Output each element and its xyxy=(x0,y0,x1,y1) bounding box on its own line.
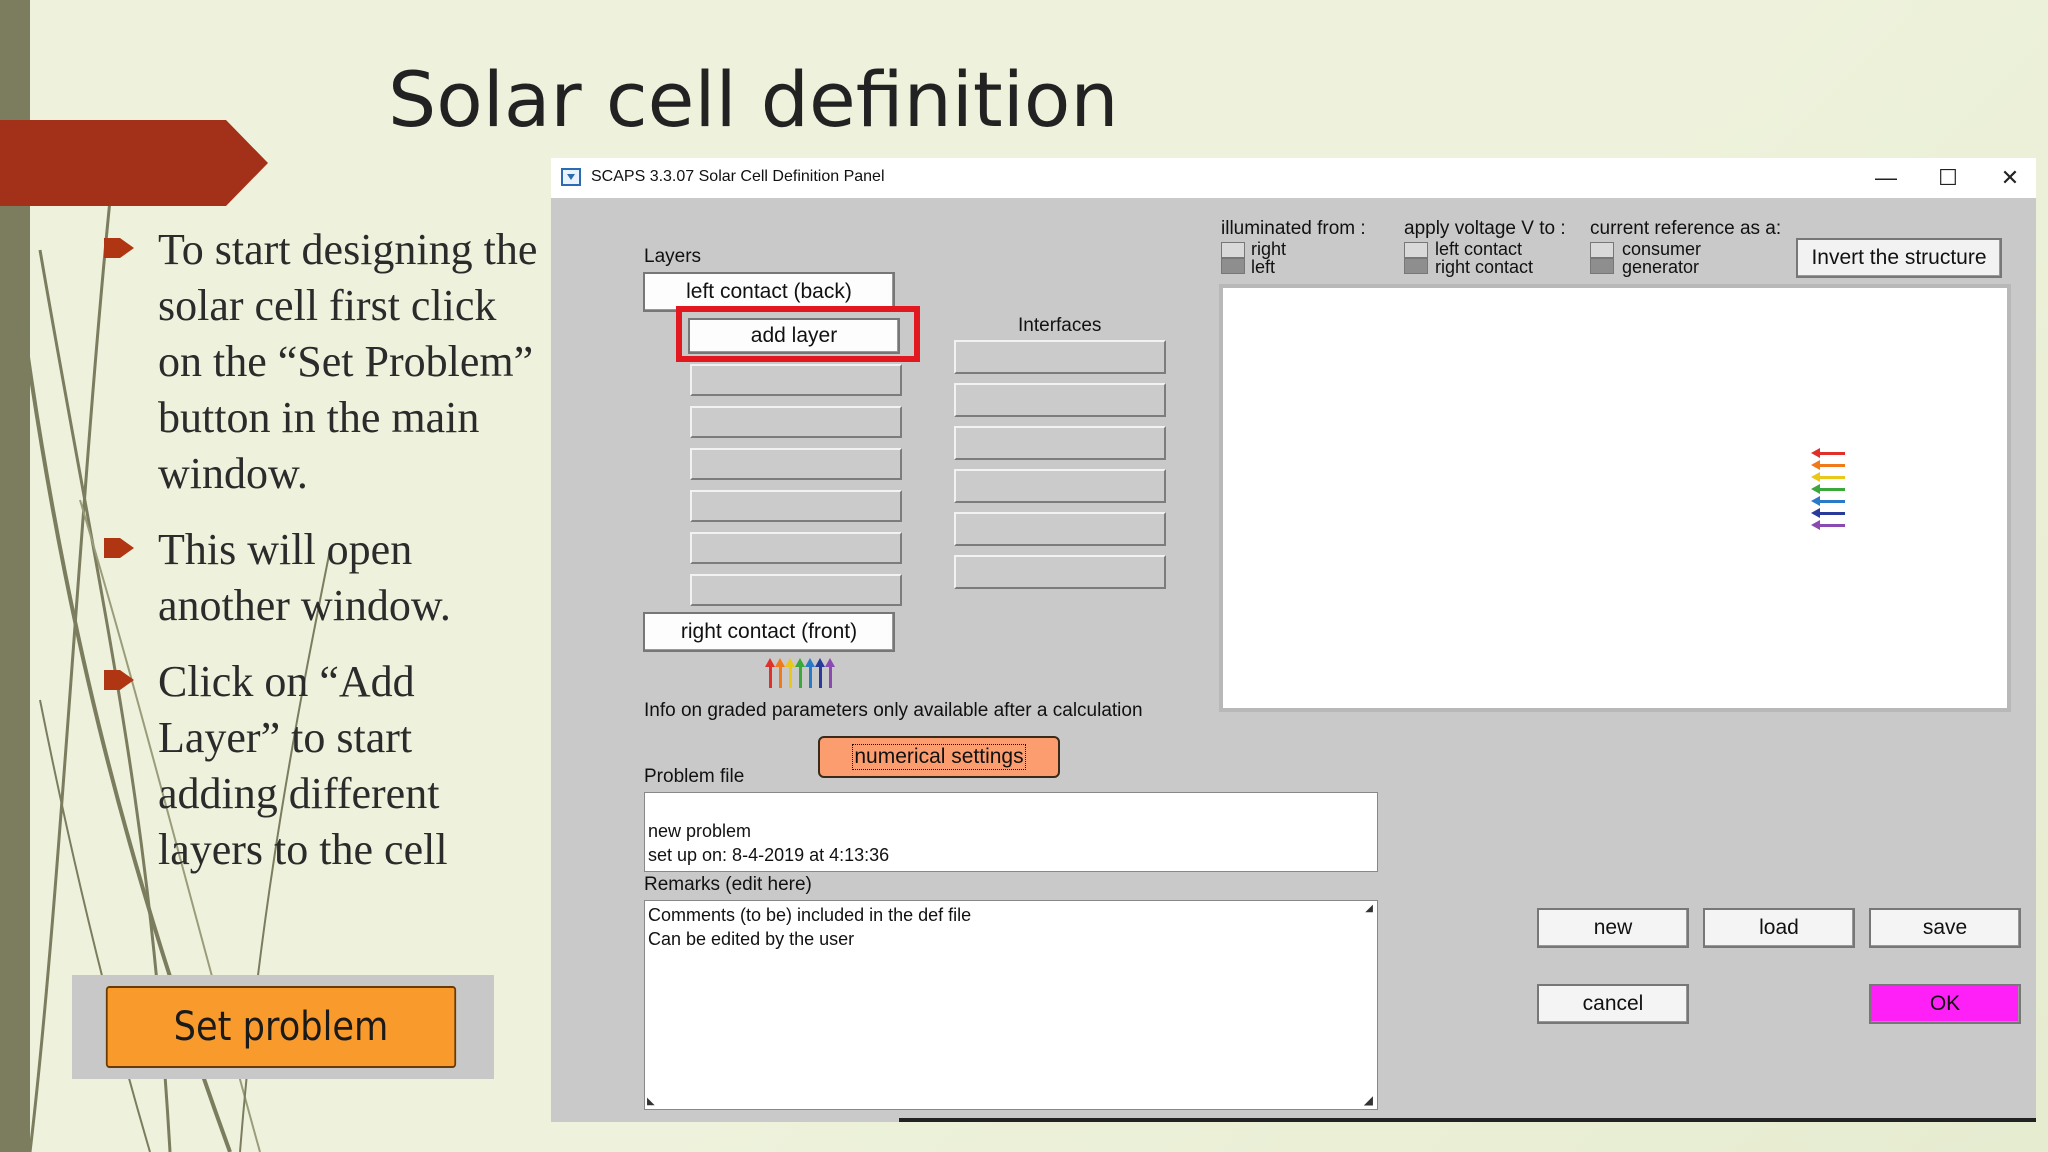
add-layer-button[interactable]: add layer xyxy=(688,318,900,354)
problem-file-box[interactable]: new problem set up on: 8-4-2019 at 4:13:… xyxy=(644,792,1378,872)
interface-slot[interactable] xyxy=(954,383,1166,417)
illuminated-right-label: right xyxy=(1251,239,1287,259)
interface-slot[interactable] xyxy=(954,426,1166,460)
interface-slot[interactable] xyxy=(954,469,1166,503)
layers-label: Layers xyxy=(644,246,702,267)
spectrum-arrow xyxy=(1811,496,1845,506)
problem-file-line: new problem xyxy=(648,821,752,841)
layer-slot[interactable] xyxy=(690,574,902,606)
bullet-text: This will open another window. xyxy=(158,525,451,630)
spectrum-arrow xyxy=(815,658,825,688)
set-problem-button[interactable]: Set problem xyxy=(105,986,457,1068)
bullet-item: Click on “Add Layer” to start adding dif… xyxy=(100,654,540,878)
new-button[interactable]: new xyxy=(1537,908,1689,948)
remarks-line: Comments (to be) included in the def fil… xyxy=(648,905,972,925)
bullet-text: Click on “Add Layer” to start adding dif… xyxy=(158,657,448,874)
minimize-icon[interactable]: — xyxy=(1855,158,1917,198)
ok-button[interactable]: OK xyxy=(1869,984,2021,1024)
voltage-left-contact-label: left contact xyxy=(1435,239,1523,259)
current-reference-label: current reference as a: xyxy=(1590,218,1782,239)
remarks-label: Remarks (edit here) xyxy=(644,874,812,895)
light-direction-arrows xyxy=(761,658,841,690)
apply-voltage-label: apply voltage V to : xyxy=(1404,218,1566,239)
graded-info-text: Info on graded parameters only available… xyxy=(644,700,1143,721)
resize-corner-icon[interactable]: ◢ xyxy=(1364,1093,1373,1107)
illuminated-left-toggle[interactable] xyxy=(1221,258,1245,274)
current-consumer-toggle[interactable] xyxy=(1590,242,1614,258)
layer-slot[interactable] xyxy=(690,406,902,438)
spectrum-arrow xyxy=(1811,484,1845,494)
bullet-item: To start designing the solar cell first … xyxy=(100,222,540,502)
cancel-button[interactable]: cancel xyxy=(1537,984,1689,1024)
layer-slot[interactable] xyxy=(690,490,902,522)
spectrum-arrow xyxy=(1811,460,1845,470)
remarks-line: Can be edited by the user xyxy=(648,929,855,949)
bullet-text: To start designing the solar cell first … xyxy=(158,225,538,498)
save-button[interactable]: save xyxy=(1869,908,2021,948)
spectrum-arrow xyxy=(1811,472,1845,482)
window-title: SCAPS 3.3.07 Solar Cell Definition Panel xyxy=(591,168,885,185)
app-icon xyxy=(561,168,581,186)
layer-slot[interactable] xyxy=(690,532,902,564)
right-contact-button[interactable]: right contact (front) xyxy=(643,612,895,652)
load-button[interactable]: load xyxy=(1703,908,1855,948)
slide-title: Solar cell definition xyxy=(388,55,1119,144)
current-generator-label: generator xyxy=(1622,257,1700,277)
interface-slot[interactable] xyxy=(954,512,1166,546)
current-generator-toggle[interactable] xyxy=(1590,258,1614,274)
close-icon[interactable]: ✕ xyxy=(1979,158,2036,198)
spectrum-arrow xyxy=(825,658,835,688)
current-consumer-label: consumer xyxy=(1622,239,1702,259)
bullet-item: This will open another window. xyxy=(100,522,540,634)
spectrum-arrow xyxy=(765,658,775,688)
problem-file-line: set up on: 8-4-2019 at 4:13:36 xyxy=(648,845,890,865)
remarks-textarea[interactable]: Comments (to be) included in the def fil… xyxy=(644,900,1378,1110)
interface-slot[interactable] xyxy=(954,555,1166,589)
structure-display xyxy=(1219,284,2011,712)
spectrum-arrow xyxy=(785,658,795,688)
spectrum-arrow xyxy=(1811,508,1845,518)
numerical-settings-label: numerical settings xyxy=(852,744,1026,770)
illuminated-left-label: left xyxy=(1251,257,1276,277)
problem-file-label: Problem file xyxy=(644,766,745,787)
window-titlebar: SCAPS 3.3.07 Solar Cell Definition Panel… xyxy=(551,158,2036,198)
invert-structure-button[interactable]: Invert the structure xyxy=(1796,238,2002,278)
window-bottom-edge xyxy=(899,1118,2036,1122)
spectrum-arrow xyxy=(1811,520,1845,530)
spectrum-arrow xyxy=(775,658,785,688)
illuminated-from-label: illuminated from : xyxy=(1221,218,1366,239)
interfaces-label: Interfaces xyxy=(1018,315,1102,336)
illuminated-right-toggle[interactable] xyxy=(1221,242,1245,258)
scaps-definition-window: SCAPS 3.3.07 Solar Cell Definition Panel… xyxy=(551,158,2036,1122)
spectrum-arrow xyxy=(795,658,805,688)
bullet-list: To start designing the solar cell first … xyxy=(100,222,540,898)
resize-corner-icon[interactable]: ◢ xyxy=(1365,903,1373,914)
spectrum-arrow xyxy=(1811,448,1845,458)
spectrum-arrow xyxy=(805,658,815,688)
resize-corner-icon[interactable]: ◣ xyxy=(647,1096,655,1107)
voltage-left-contact-toggle[interactable] xyxy=(1404,242,1428,258)
spectrum-arrows-icon xyxy=(1809,448,1849,538)
numerical-settings-button[interactable]: numerical settings xyxy=(818,736,1060,778)
maximize-icon[interactable]: ☐ xyxy=(1917,158,1979,198)
interface-slot[interactable] xyxy=(954,340,1166,374)
title-arrow-shape xyxy=(0,120,268,206)
layer-slot[interactable] xyxy=(690,364,902,396)
layer-slot[interactable] xyxy=(690,448,902,480)
voltage-right-contact-label: right contact xyxy=(1435,257,1534,277)
voltage-right-contact-toggle[interactable] xyxy=(1404,258,1428,274)
